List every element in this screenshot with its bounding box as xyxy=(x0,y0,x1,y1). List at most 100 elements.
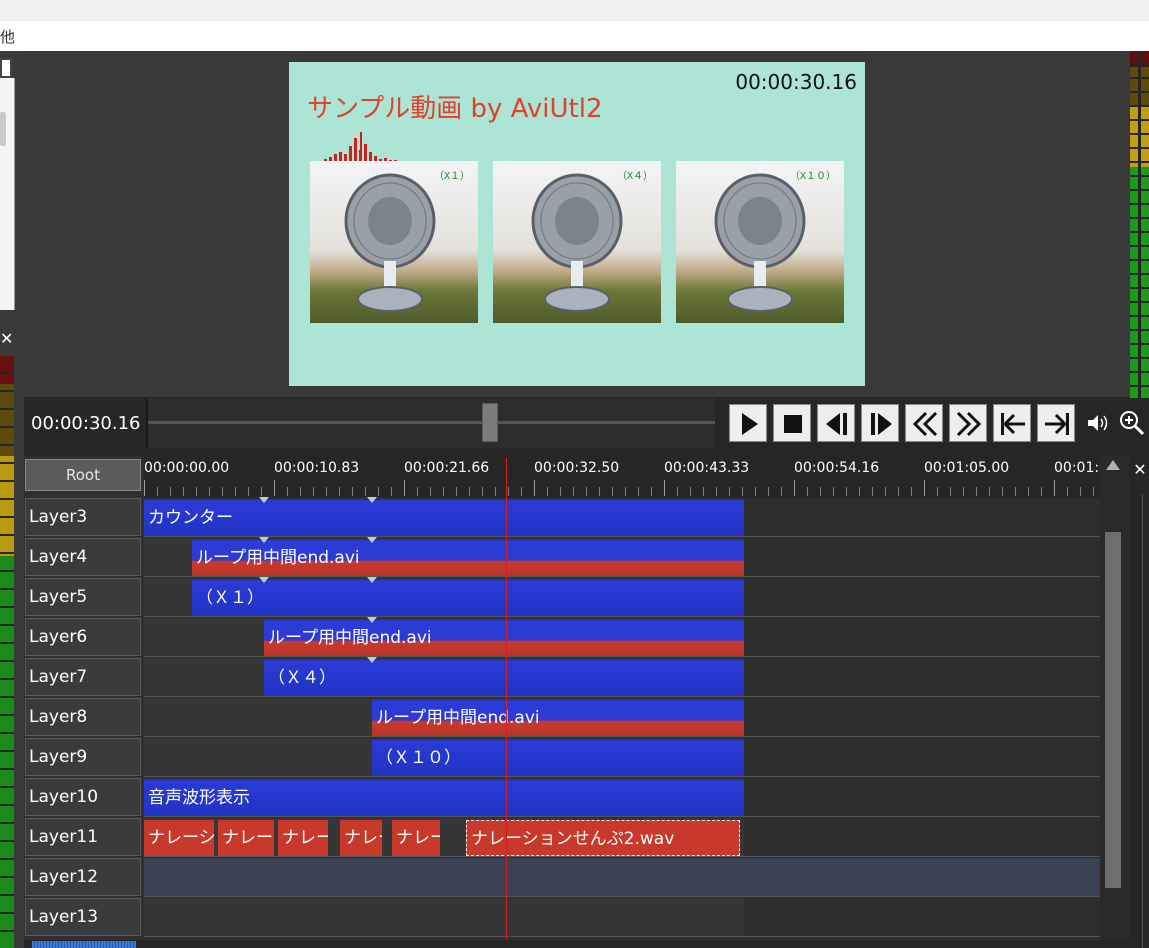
layer-track-empty-region[interactable] xyxy=(744,498,1100,537)
step-forward-icon xyxy=(871,413,892,435)
speaker-icon[interactable] xyxy=(1086,412,1110,434)
ruler-minor-tick xyxy=(365,487,366,496)
layer-track-empty-region[interactable] xyxy=(744,738,1100,777)
timeline-clip[interactable]: ナレーシ xyxy=(218,820,274,856)
ruler-minor-tick xyxy=(963,487,964,496)
scroll-up-icon[interactable] xyxy=(1106,460,1120,470)
timeline-clip[interactable]: ナレーシ xyxy=(392,820,440,856)
stop-icon xyxy=(784,415,802,433)
ruler-minor-tick xyxy=(833,487,834,496)
ruler-tick-label: 00:00:10.83 xyxy=(274,460,360,476)
ruler-minor-tick xyxy=(729,487,730,496)
ruler-minor-tick xyxy=(313,487,314,496)
ruler-minor-tick xyxy=(638,487,639,496)
horizontal-scroll-thumb[interactable] xyxy=(32,941,136,948)
prev-frame-button[interactable] xyxy=(817,404,855,442)
fan-thumbnail-x1: （X１） xyxy=(310,161,478,323)
audio-spectrum-graphic xyxy=(319,132,426,164)
timeline-clip[interactable]: （Ｘ４） xyxy=(264,660,744,696)
go-to-start-button[interactable] xyxy=(993,404,1031,442)
clip-split-marker xyxy=(259,537,269,543)
rewind-icon xyxy=(912,411,938,437)
timeline-horizontal-scrollbar[interactable] xyxy=(24,940,1130,948)
timeline-clip[interactable]: ループ用中間end.avi xyxy=(192,540,744,576)
ruler-major-tick xyxy=(534,480,535,496)
play-button[interactable] xyxy=(729,404,767,442)
ruler-minor-tick xyxy=(430,487,431,496)
layer-label[interactable]: Layer4 xyxy=(25,538,141,576)
close-icon[interactable]: ✕ xyxy=(0,326,16,352)
next-frame-button[interactable] xyxy=(861,404,899,442)
layer-track-empty-region[interactable] xyxy=(744,898,1100,937)
time-ruler[interactable]: 00:00:00.00 00:00:10.83 00:00:21.66 00:00:3… xyxy=(144,456,1100,498)
layer-track-empty-region[interactable] xyxy=(744,658,1100,697)
layer-label[interactable]: Layer12 xyxy=(25,858,141,896)
maximize-icon[interactable] xyxy=(0,58,12,78)
preview-frame: サンプル動画 by AviUtl2 00:00:30.16 （X１） （X４） … xyxy=(289,62,865,386)
layer-label[interactable]: Layer5 xyxy=(25,578,141,616)
ruler-major-tick xyxy=(664,480,665,496)
layer-label[interactable]: Layer9 xyxy=(25,738,141,776)
timeline-clip[interactable]: ナレーションせんぷ2.wav xyxy=(466,820,740,856)
layer-label[interactable]: Layer11 xyxy=(25,818,141,856)
ruler-minor-tick xyxy=(846,487,847,496)
vertical-scroll-thumb[interactable] xyxy=(1105,532,1121,888)
layer-track-empty-region[interactable] xyxy=(744,578,1100,617)
root-button[interactable]: Root xyxy=(25,459,141,491)
menu-item-other[interactable]: 他 xyxy=(0,26,15,47)
layer-track-empty-region[interactable] xyxy=(744,818,1100,857)
layer-track[interactable] xyxy=(144,858,1100,897)
layer-track-empty-region[interactable] xyxy=(744,618,1100,657)
layer-label[interactable]: Layer7 xyxy=(25,658,141,696)
ruler-minor-tick xyxy=(157,487,158,496)
ruler-minor-tick xyxy=(976,487,977,496)
playhead[interactable] xyxy=(506,458,507,948)
ruler-minor-tick xyxy=(170,487,171,496)
ruler-tick-label: 00:00:43.33 xyxy=(664,460,750,476)
ruler-tick-label: 00:00:00.00 xyxy=(144,460,230,476)
fast-forward-button[interactable] xyxy=(949,404,987,442)
zoom-in-icon[interactable] xyxy=(1118,409,1146,437)
ruler-minor-tick xyxy=(456,487,457,496)
menu-bar xyxy=(0,21,1149,52)
timeline-clip[interactable]: ナレーショ xyxy=(144,820,214,856)
fan-thumbnail-x4: （X４） xyxy=(493,161,661,323)
layer-track-empty-region[interactable] xyxy=(744,698,1100,737)
layer-label[interactable]: Layer8 xyxy=(25,698,141,736)
ruler-minor-tick xyxy=(560,487,561,496)
timeline-clip[interactable]: ナレー xyxy=(340,820,382,856)
layer-track-empty-region[interactable] xyxy=(744,538,1100,577)
ruler-minor-tick xyxy=(742,487,743,496)
seek-slider-thumb[interactable] xyxy=(482,403,498,442)
ruler-minor-tick xyxy=(651,487,652,496)
timeline-clip[interactable]: ループ用中間end.avi xyxy=(264,620,744,656)
timeline-clip[interactable]: （Ｘ１） xyxy=(192,580,744,616)
go-to-end-button[interactable] xyxy=(1037,404,1075,442)
layer-track-empty-region[interactable] xyxy=(744,778,1100,817)
fan-thumbnail-x10: （X１０） xyxy=(676,161,844,323)
thumbnail-label: （X１０） xyxy=(789,171,836,182)
timeline-clip[interactable]: カウンター xyxy=(144,500,744,536)
layer-label[interactable]: Layer6 xyxy=(25,618,141,656)
ruler-minor-tick xyxy=(326,487,327,496)
play-icon xyxy=(742,413,758,435)
layer-label[interactable]: Layer13 xyxy=(25,898,141,936)
ruler-minor-tick xyxy=(1067,487,1068,496)
ruler-minor-tick xyxy=(222,487,223,496)
timeline-clip[interactable]: 音声波形表示 xyxy=(144,780,744,816)
layer-label[interactable]: Layer10 xyxy=(25,778,141,816)
close-icon[interactable]: ✕ xyxy=(1132,458,1148,482)
ruler-minor-tick xyxy=(703,487,704,496)
ruler-minor-tick xyxy=(248,487,249,496)
preview-title: サンプル動画 by AviUtl2 xyxy=(307,94,603,124)
timeline-clip[interactable]: （Ｘ１０） xyxy=(372,740,744,776)
ruler-minor-tick xyxy=(599,487,600,496)
left-scroll-thumb[interactable] xyxy=(0,112,6,146)
rewind-button[interactable] xyxy=(905,404,943,442)
timeline-clip[interactable]: ナレーシ xyxy=(278,820,328,856)
ruler-minor-tick xyxy=(950,487,951,496)
stop-button[interactable] xyxy=(773,404,811,442)
timeline-clip[interactable]: ループ用中間end.avi xyxy=(372,700,744,736)
layer-label[interactable]: Layer3 xyxy=(25,498,141,536)
clip-split-marker xyxy=(367,617,377,623)
